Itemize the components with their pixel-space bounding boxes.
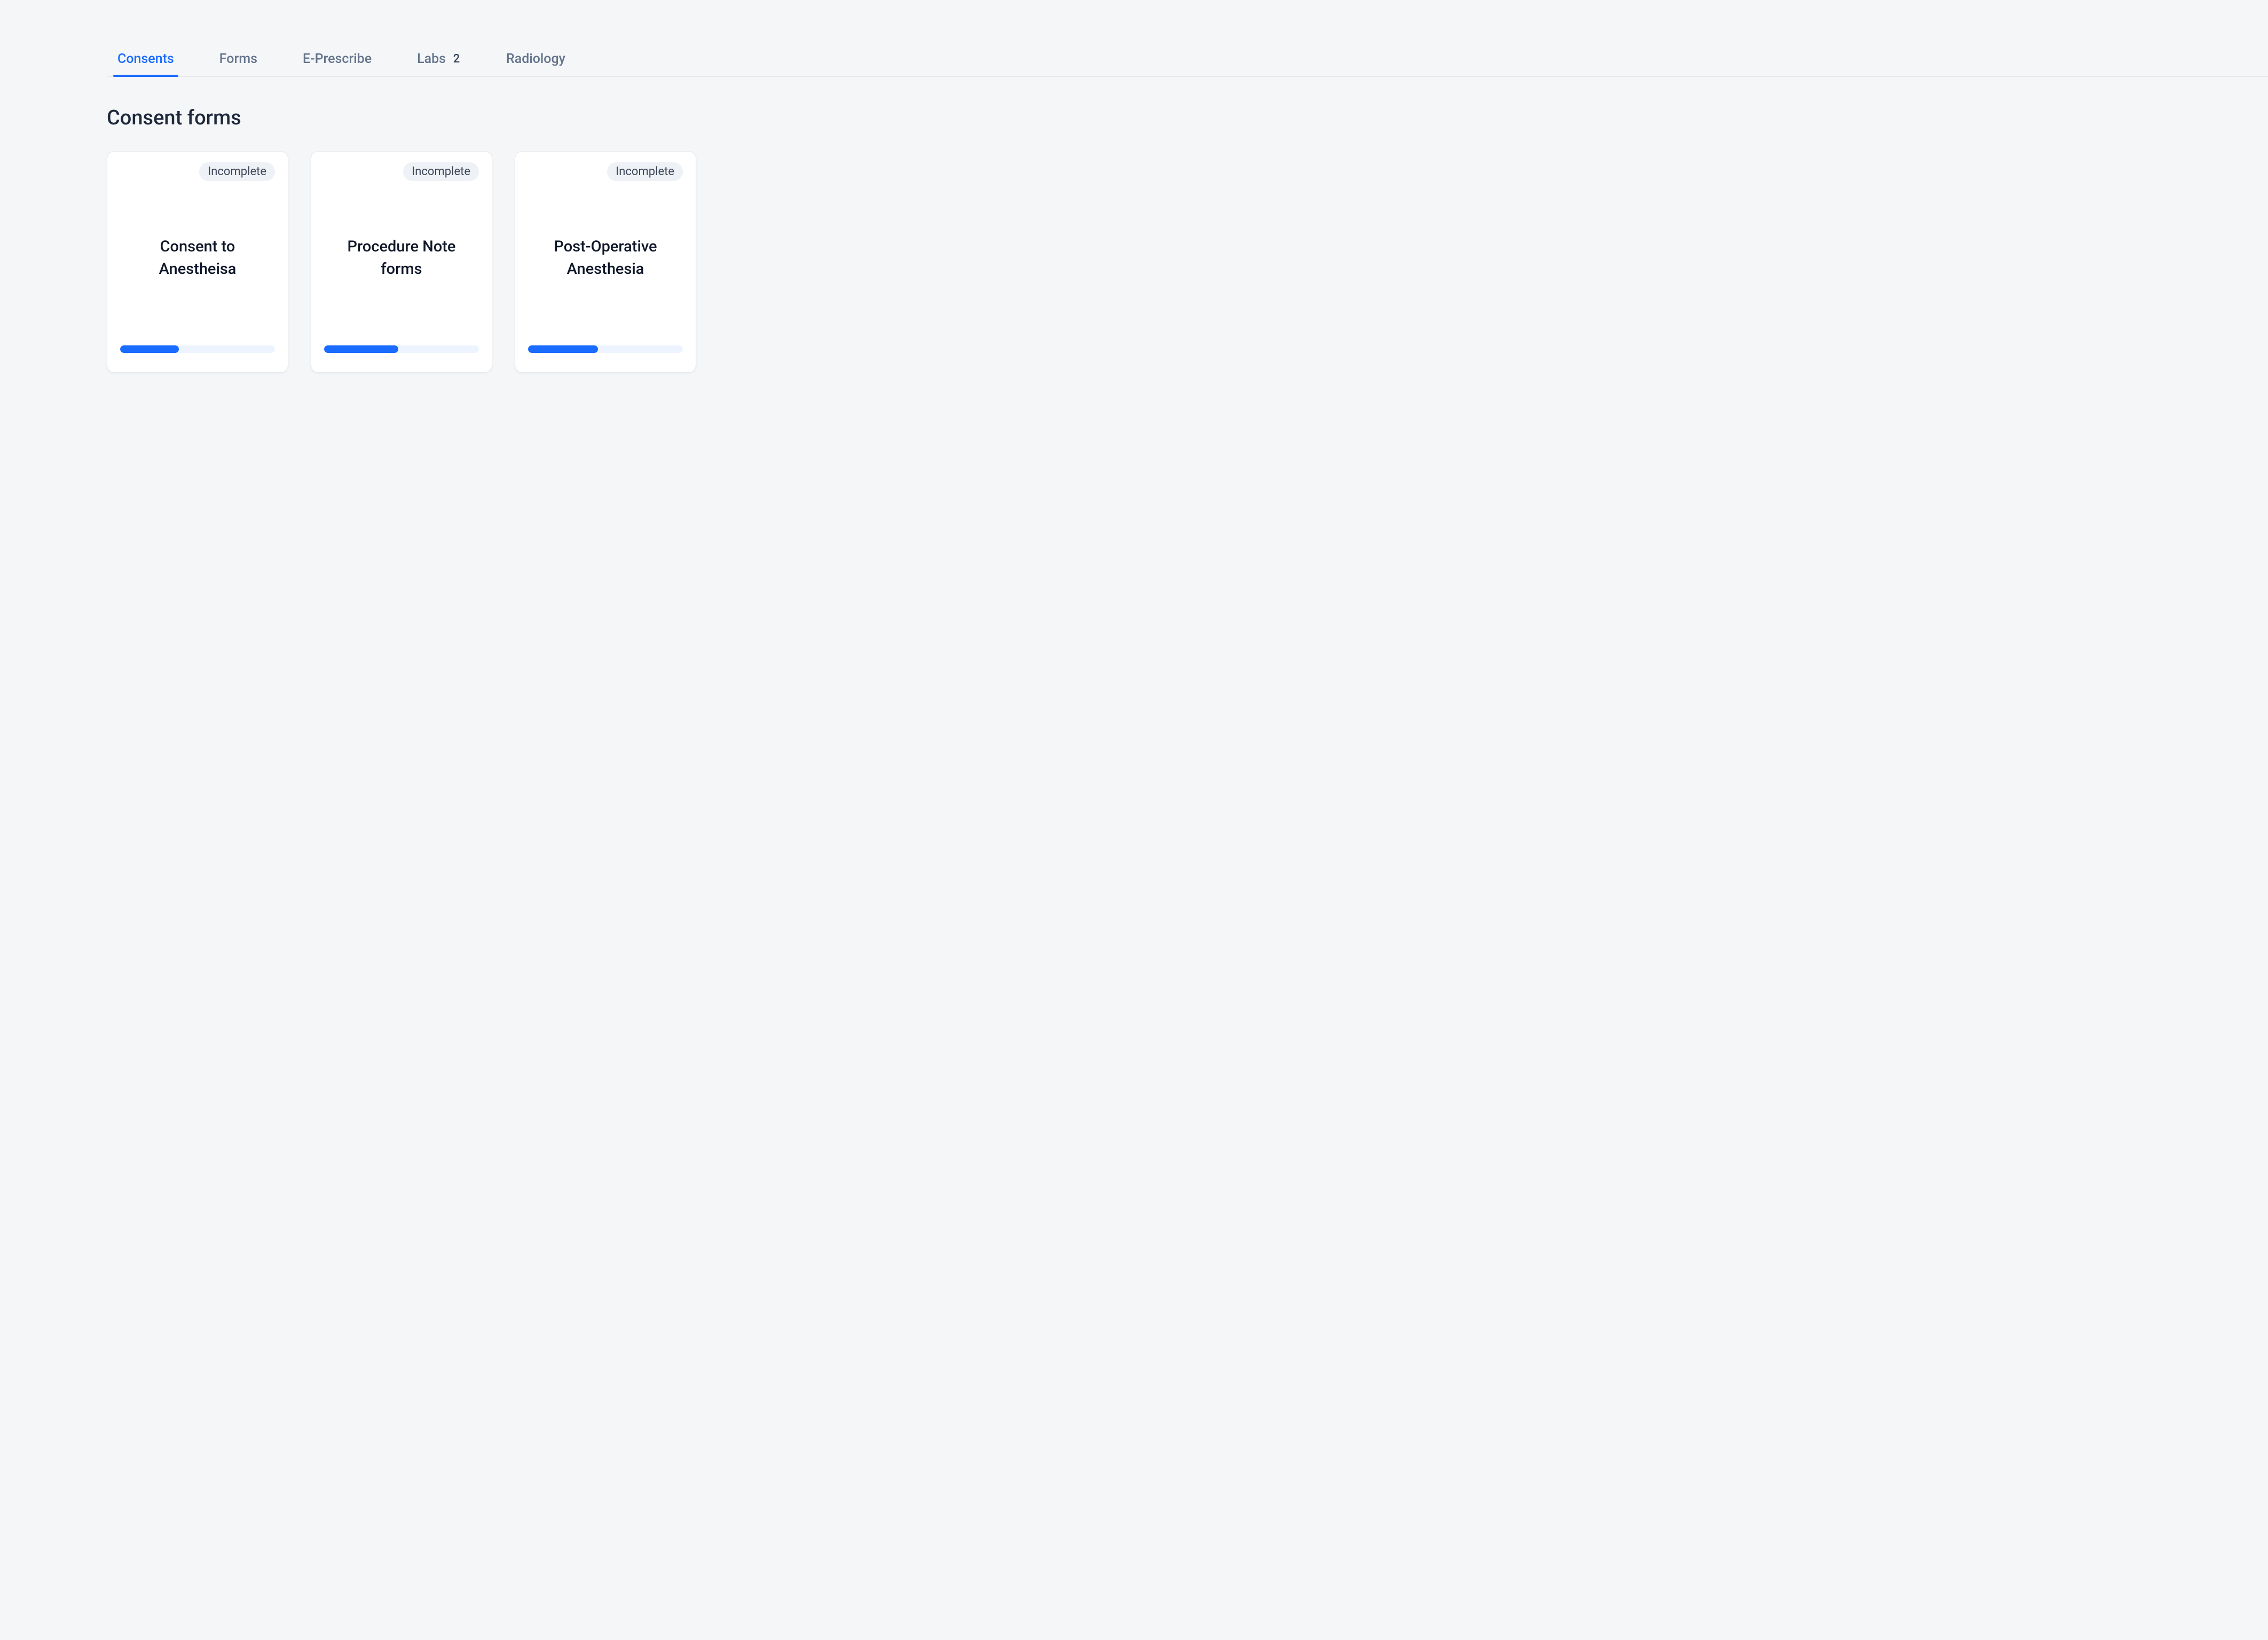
card-title: Post-Operative Anesthesia xyxy=(528,181,683,335)
tab-radiology[interactable]: Radiology xyxy=(506,43,565,76)
card-title: Procedure Note forms xyxy=(324,181,479,335)
progress-bar xyxy=(528,345,683,353)
tab-label: Radiology xyxy=(506,51,565,67)
status-badge: Incomplete xyxy=(199,162,275,181)
tab-labs[interactable]: Labs 2 xyxy=(417,43,461,76)
cards-row: Incomplete Consent to Anestheisa Incompl… xyxy=(107,151,2268,373)
card-status-row: Incomplete xyxy=(528,162,683,181)
card-status-row: Incomplete xyxy=(324,162,479,181)
consent-card[interactable]: Incomplete Consent to Anestheisa xyxy=(107,151,288,373)
progress-fill xyxy=(324,345,398,353)
progress-bar xyxy=(120,345,275,353)
tab-e-prescribe[interactable]: E-Prescribe xyxy=(303,43,372,76)
tab-label: Forms xyxy=(219,51,257,67)
section-title: Consent forms xyxy=(107,106,2268,130)
status-badge: Incomplete xyxy=(403,162,479,181)
progress-fill xyxy=(528,345,598,353)
tab-label: Consents xyxy=(117,51,174,67)
tab-consents[interactable]: Consents xyxy=(117,43,174,76)
tab-label: Labs xyxy=(417,51,446,67)
tabs-nav: Consents Forms E-Prescribe Labs 2 Radiol… xyxy=(107,43,2268,77)
progress-bar xyxy=(324,345,479,353)
progress-fill xyxy=(120,345,179,353)
card-title: Consent to Anestheisa xyxy=(120,181,275,335)
tab-forms[interactable]: Forms xyxy=(219,43,257,76)
card-status-row: Incomplete xyxy=(120,162,275,181)
status-badge: Incomplete xyxy=(607,162,683,181)
tab-badge: 2 xyxy=(452,52,461,66)
tab-label: E-Prescribe xyxy=(303,51,372,67)
consent-card[interactable]: Incomplete Post-Operative Anesthesia xyxy=(515,151,696,373)
consent-card[interactable]: Incomplete Procedure Note forms xyxy=(311,151,492,373)
